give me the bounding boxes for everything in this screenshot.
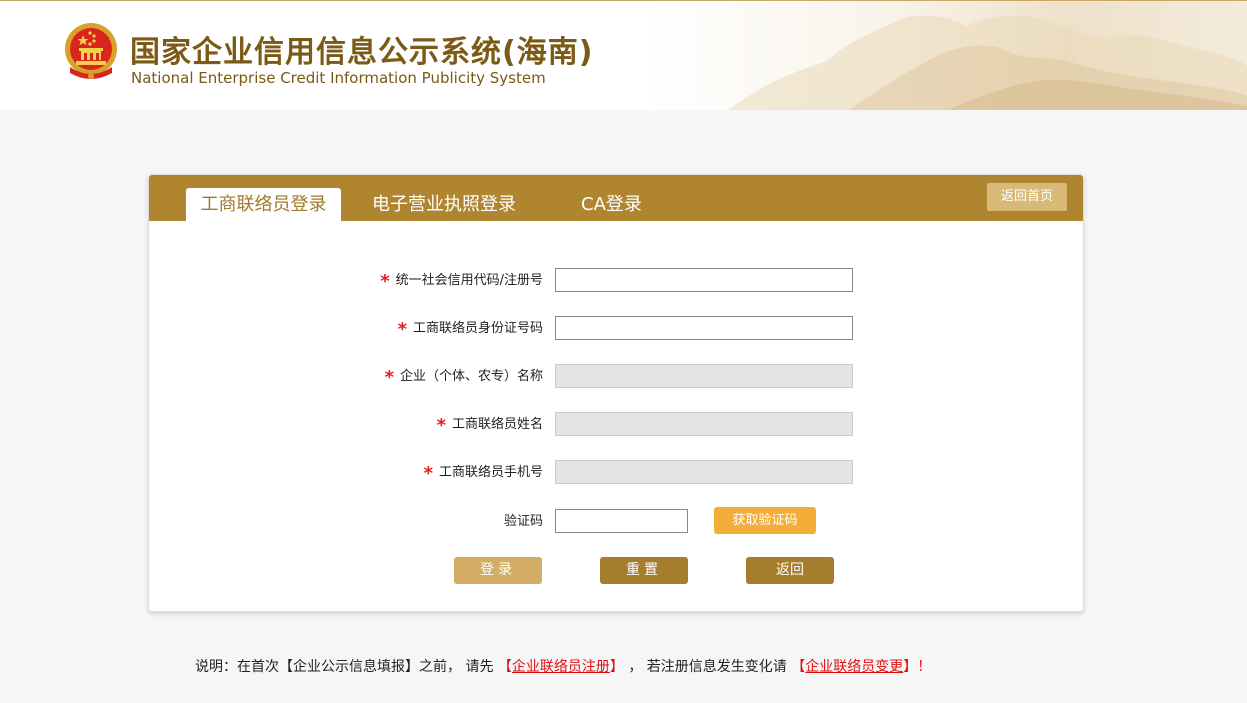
enterprise-name-label: 企业（个体、农专）名称 xyxy=(399,369,543,384)
reset-button[interactable]: 重置 xyxy=(600,557,688,584)
notice-prefix: 说明：在首次【企业公示信息填报】之前， 请先 xyxy=(195,659,494,675)
login-tabbar: 工商联络员登录 电子营业执照登录 CA登录 返回首页 xyxy=(149,175,1083,221)
back-button[interactable]: 返回 xyxy=(746,557,834,584)
liaison-change-link[interactable]: 企业联络员变更 xyxy=(805,659,903,675)
login-panel: 工商联络员登录 电子营业执照登录 CA登录 返回首页 * 统一社会信用代码/注册号… xyxy=(148,174,1084,612)
form-row-liaison-name: * 工商联络员姓名 xyxy=(149,412,1083,438)
form-row-liaison-id: * 工商联络员身份证号码 xyxy=(149,316,1083,342)
liaison-id-input[interactable] xyxy=(555,316,853,340)
form-row-credit-code: * 统一社会信用代码/注册号 xyxy=(149,268,1083,294)
site-title-en: National Enterprise Credit Information P… xyxy=(131,69,546,87)
form-row-liaison-phone: * 工商联络员手机号 xyxy=(149,460,1083,486)
credit-code-input[interactable] xyxy=(555,268,853,292)
liaison-id-label: 工商联络员身份证号码 xyxy=(412,321,543,336)
credit-code-label: 统一社会信用代码/注册号 xyxy=(395,273,543,288)
required-mark: * xyxy=(436,415,446,436)
liaison-name-label: 工商联络员姓名 xyxy=(451,417,543,432)
back-home-button[interactable]: 返回首页 xyxy=(987,183,1067,211)
tab-e-license-login[interactable]: 电子营业执照登录 xyxy=(359,188,529,221)
national-emblem-icon xyxy=(62,21,120,83)
get-verification-code-button[interactable]: 获取验证码 xyxy=(714,507,816,534)
login-button[interactable]: 登录 xyxy=(454,557,542,584)
form-row-enterprise-name: * 企业（个体、农专）名称 xyxy=(149,364,1083,390)
liaison-name-input xyxy=(555,412,853,436)
tab-ca-login[interactable]: CA登录 xyxy=(569,188,654,221)
notice-suffix: ！ xyxy=(917,659,932,675)
required-mark: * xyxy=(397,319,407,340)
required-mark: * xyxy=(380,271,390,292)
liaison-register-link[interactable]: 企业联络员注册 xyxy=(512,659,610,675)
captcha-label: 验证码 xyxy=(503,514,543,529)
liaison-phone-input xyxy=(555,460,853,484)
required-mark: * xyxy=(423,463,433,484)
site-title-cn: 国家企业信用信息公示系统(海南) xyxy=(130,35,594,70)
liaison-phone-label: 工商联络员手机号 xyxy=(438,465,543,480)
form-row-captcha: 验证码 获取验证码 xyxy=(149,507,1083,535)
site-header: 国家企业信用信息公示系统(海南) National Enterprise Cre… xyxy=(0,0,1247,110)
registration-notice: 说明：在首次【企业公示信息填报】之前， 请先 【企业联络员注册】 ， 若注册信息… xyxy=(195,659,932,675)
tab-liaison-login[interactable]: 工商联络员登录 xyxy=(186,188,341,221)
required-mark: * xyxy=(384,367,394,388)
captcha-input[interactable] xyxy=(555,509,688,533)
enterprise-name-input xyxy=(555,364,853,388)
header-mountain-decoration xyxy=(647,1,1247,110)
notice-middle: ， 若注册信息发生变化请 xyxy=(628,659,787,675)
